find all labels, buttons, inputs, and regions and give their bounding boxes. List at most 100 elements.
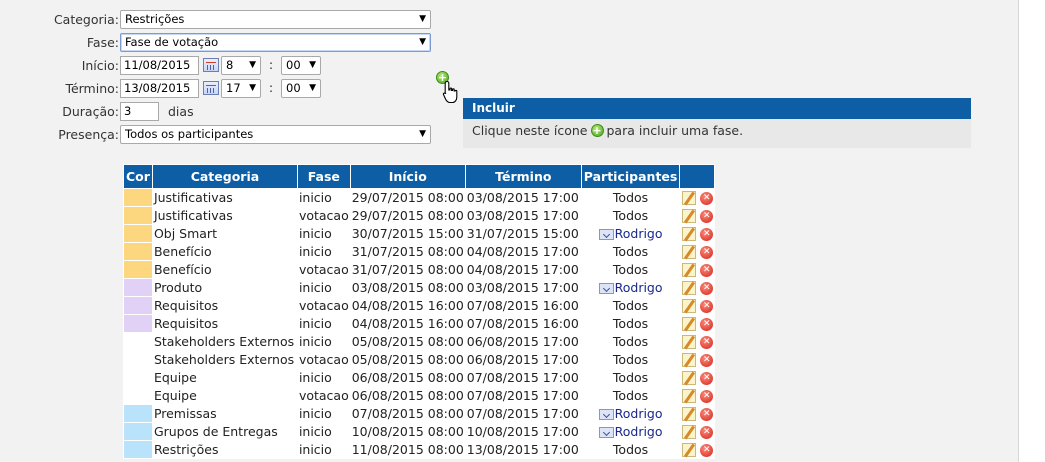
chevron-down-icon: ▼ [249, 60, 256, 70]
delete-x-icon[interactable]: ✕ [700, 245, 714, 259]
inicio-hour-value: 8 [226, 58, 234, 72]
inicio-date-input[interactable]: 11/08/2015 [120, 55, 199, 75]
cell-inicio: 11/08/2015 08:00 [349, 440, 466, 459]
cell-termino: 06/08/2015 17:00 [464, 350, 582, 369]
inicio-minute-value: 00 [286, 58, 301, 72]
delete-x-icon[interactable]: ✕ [700, 353, 714, 367]
table-row: Requisitos inicio 04/08/2015 16:00 07/08/20… [123, 314, 716, 333]
chevron-down-icon: ▼ [419, 14, 426, 24]
cell-fase: votacao [296, 350, 351, 369]
pencil-icon[interactable] [682, 425, 697, 440]
cell-inicio: 07/08/2015 08:00 [349, 404, 466, 423]
pencil-icon[interactable] [682, 371, 697, 386]
cell-categoria: Requisitos [151, 296, 298, 315]
termino-hour-select[interactable]: 17 ▼ [221, 78, 261, 98]
calendar-icon[interactable] [203, 81, 219, 95]
delete-x-icon[interactable]: ✕ [700, 299, 714, 313]
inicio-hour-select[interactable]: 8 ▼ [221, 55, 261, 75]
pencil-icon[interactable] [682, 443, 697, 458]
cell-fase: inicio [296, 188, 351, 207]
cell-categoria: Equipe [151, 386, 298, 405]
participantes-value: Todos [612, 298, 649, 313]
cell-participantes: Todos [580, 368, 681, 387]
pencil-icon[interactable] [682, 281, 697, 296]
calendar-icon[interactable] [203, 58, 219, 72]
delete-x-icon[interactable]: ✕ [700, 371, 714, 385]
participantes-value: Todos [612, 208, 649, 223]
categoria-select[interactable]: Restrições ▼ [120, 9, 431, 29]
pencil-icon[interactable] [682, 389, 697, 404]
delete-x-icon[interactable]: ✕ [700, 281, 714, 295]
column-header-inicio: Início [349, 164, 466, 189]
table-row: Stakeholders Externos votacao 05/08/2015 0… [123, 350, 716, 369]
pencil-icon[interactable] [682, 317, 697, 332]
participantes-value: Rodrigo [614, 424, 663, 439]
color-swatch [123, 224, 153, 243]
time-separator: : [269, 81, 274, 95]
presenca-value: Todos os participantes [125, 127, 254, 141]
termino-date-input[interactable]: 13/08/2015 [120, 78, 199, 98]
cell-inicio: 06/08/2015 08:00 [349, 368, 466, 387]
delete-x-icon[interactable]: ✕ [700, 425, 714, 439]
table-row: Justificativas votacao 29/07/2015 08:00 03/… [123, 206, 716, 225]
pencil-icon[interactable] [682, 299, 697, 314]
color-swatch [123, 332, 153, 351]
cell-actions: ✕ [679, 206, 716, 225]
cell-participantes: Rodrigo [580, 422, 681, 441]
pencil-icon[interactable] [682, 245, 697, 260]
cell-categoria: Grupos de Entregas [151, 422, 298, 441]
pencil-icon[interactable] [682, 227, 697, 242]
color-swatch [123, 296, 153, 315]
table-row: Requisitos votacao 04/08/2015 16:00 07/08/2… [123, 296, 716, 315]
pencil-icon[interactable] [682, 263, 697, 278]
inicio-minute-select[interactable]: 00 ▼ [281, 55, 322, 75]
cell-actions: ✕ [679, 332, 716, 351]
color-swatch [123, 422, 153, 441]
termino-row: Término: 13/08/2015 17 ▼ : 00 ▼ [0, 78, 322, 98]
cell-inicio: 29/07/2015 08:00 [349, 188, 466, 207]
pencil-icon[interactable] [682, 191, 697, 206]
incluir-text-before: Clique neste ícone [472, 123, 588, 138]
table-row: Grupos de Entregas inicio 10/08/2015 08:00… [123, 422, 716, 441]
incluir-text-after: para incluir uma fase. [606, 123, 744, 138]
form-panel: Categoria: Restrições ▼ Fase: Fase de vo… [0, 0, 1019, 462]
chevron-down-icon[interactable] [598, 229, 614, 240]
cell-categoria: Premissas [151, 404, 298, 423]
presenca-select[interactable]: Todos os participantes ▼ [120, 124, 431, 144]
duracao-input[interactable]: 3 [120, 101, 159, 121]
column-header-categoria: Categoria [151, 164, 298, 189]
delete-x-icon[interactable]: ✕ [700, 407, 714, 421]
pencil-icon[interactable] [682, 209, 697, 224]
cell-actions: ✕ [679, 242, 716, 261]
chevron-down-icon[interactable] [598, 427, 614, 438]
pencil-icon[interactable] [682, 353, 697, 368]
delete-x-icon[interactable]: ✕ [700, 317, 714, 331]
cell-actions: ✕ [679, 386, 716, 405]
cell-inicio: 04/08/2015 16:00 [349, 296, 466, 315]
cell-participantes: Rodrigo [580, 278, 681, 297]
participantes-value: Todos [612, 334, 649, 349]
delete-x-icon[interactable]: ✕ [700, 227, 714, 241]
delete-x-icon[interactable]: ✕ [700, 263, 714, 277]
cell-fase: inicio [296, 242, 351, 261]
duracao-row: Duração: 3 dias [0, 101, 194, 121]
pencil-icon[interactable] [682, 407, 697, 422]
delete-x-icon[interactable]: ✕ [700, 191, 714, 205]
delete-x-icon[interactable]: ✕ [700, 443, 714, 457]
column-header-fase: Fase [296, 164, 351, 189]
termino-minute-select[interactable]: 00 ▼ [281, 78, 322, 98]
delete-x-icon[interactable]: ✕ [700, 335, 714, 349]
cell-participantes: Todos [580, 242, 681, 261]
cell-termino: 13/08/2015 17:00 [464, 440, 582, 459]
chevron-down-icon[interactable] [598, 283, 614, 294]
cell-actions: ✕ [679, 368, 716, 387]
fase-select[interactable]: Fase de votação ▼ [120, 32, 431, 52]
delete-x-icon[interactable]: ✕ [700, 209, 714, 223]
table-row: Justificativas inicio 29/07/2015 08:00 03/0… [123, 188, 716, 207]
delete-x-icon[interactable]: ✕ [700, 389, 714, 403]
cell-termino: 07/08/2015 17:00 [464, 368, 582, 387]
table-header-row: Cor Categoria Fase Início Término Partic… [123, 164, 716, 189]
pencil-icon[interactable] [682, 335, 697, 350]
cell-categoria: Stakeholders Externos [151, 332, 298, 351]
chevron-down-icon[interactable] [598, 409, 614, 420]
